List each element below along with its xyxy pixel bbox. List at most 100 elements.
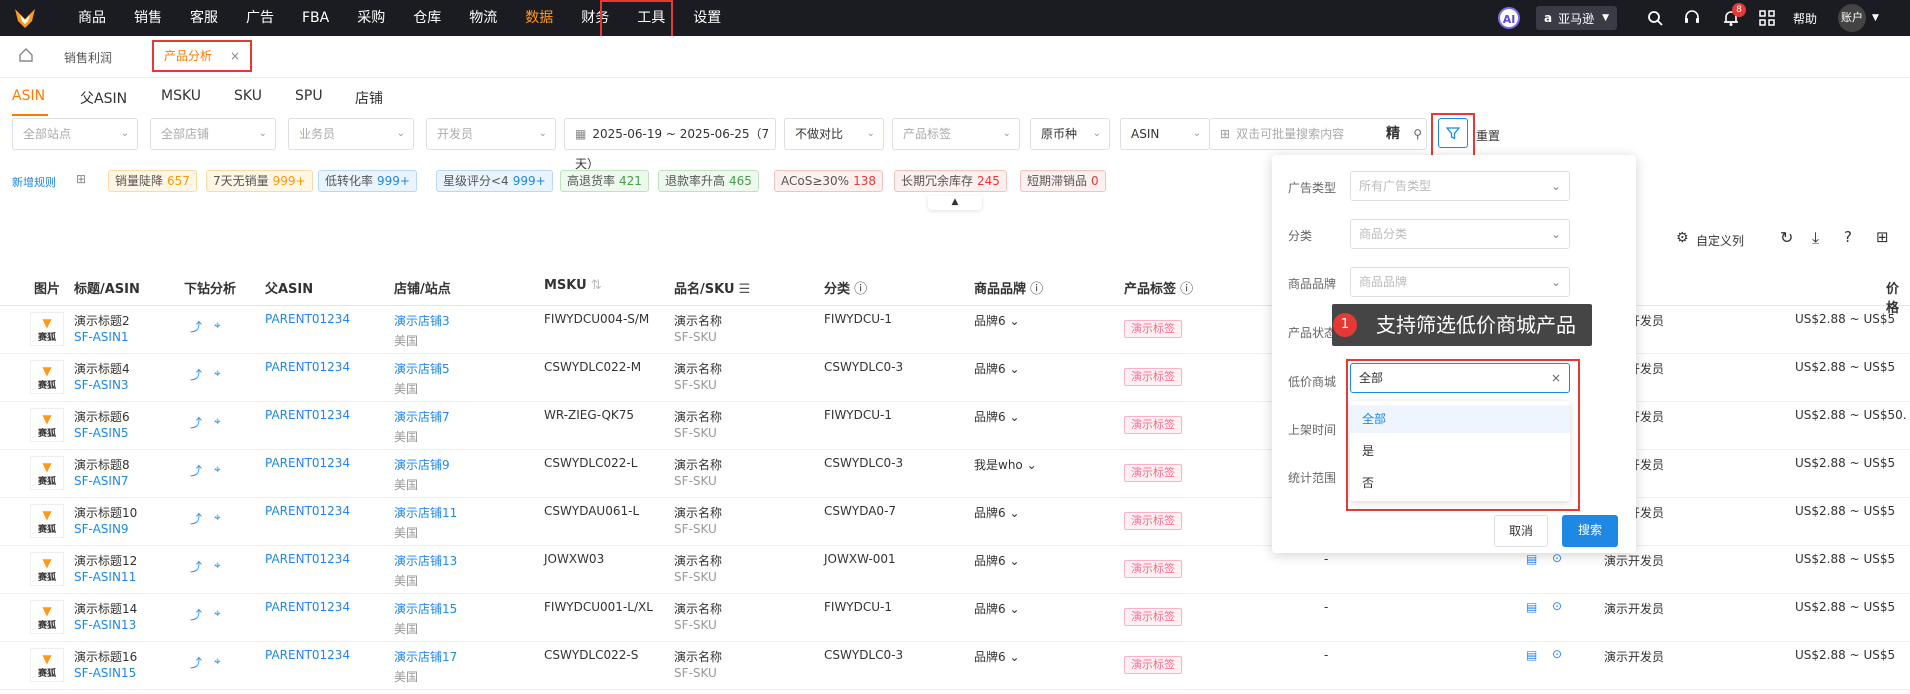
row-asin[interactable]: SF-ASIN11 — [74, 570, 136, 584]
row-parent-asin[interactable]: PARENT01234 — [265, 504, 350, 518]
row-parent-asin[interactable]: PARENT01234 — [265, 312, 350, 326]
trend-chart-icon[interactable]: ⤴ — [190, 510, 202, 527]
search-input[interactable]: ⊞ 双击可批量搜索内容 精 ⚲ — [1209, 118, 1427, 150]
row-parent-asin[interactable]: PARENT01234 — [265, 360, 350, 374]
row-brand[interactable]: 品牌6 ⌄ — [974, 504, 1020, 521]
more-options-icon[interactable]: ⊙ — [1552, 599, 1562, 613]
row-brand[interactable]: 我是who ⌄ — [974, 456, 1037, 473]
more-options-icon[interactable]: ⊙ — [1552, 551, 1562, 565]
drill-down-icon[interactable]: ⌖ — [214, 462, 221, 477]
settings-gear-icon[interactable]: ⚙ — [1676, 230, 1689, 246]
row-asin[interactable]: SF-ASIN5 — [74, 426, 129, 440]
store-select[interactable]: 全部店铺 ⌄ — [150, 118, 276, 150]
tab-asin[interactable]: ASIN — [12, 88, 45, 104]
row-title[interactable]: 演示标题10 — [74, 504, 137, 521]
row-product-tag[interactable]: 演示标签 — [1124, 416, 1182, 434]
document-icon[interactable]: ▤ — [1526, 648, 1537, 662]
sort-list-icon[interactable]: ☰ — [735, 282, 751, 297]
tab-sales-profit[interactable]: 销售利润 — [64, 49, 112, 66]
row-product-tag[interactable]: 演示标签 — [1124, 560, 1182, 578]
nav-item-3[interactable]: 广告 — [232, 0, 288, 36]
rule-chip[interactable]: 星级评分<4 999+ — [436, 170, 553, 192]
rule-settings-icon[interactable]: ⊞ — [76, 172, 86, 186]
nav-item-2[interactable]: 客服 — [176, 0, 232, 36]
document-icon[interactable]: ▤ — [1526, 552, 1537, 566]
row-store[interactable]: 演示店铺17 — [394, 648, 457, 665]
nav-item-6[interactable]: 仓库 — [399, 0, 455, 36]
help-circle-icon[interactable]: ⓘ — [1026, 282, 1043, 297]
lowprice-select[interactable]: 全部 × — [1350, 363, 1570, 393]
row-title[interactable]: 演示标题4 — [74, 360, 130, 377]
row-parent-asin[interactable]: PARENT01234 — [265, 456, 350, 470]
table-row[interactable]: ▼ 赛狐 演示标题12 SF-ASIN11 ⤴ ⌖ PARENT01234 演示店铺13 美国 J… — [0, 546, 1910, 594]
rule-chip[interactable]: 低转化率 999+ — [318, 170, 417, 192]
clear-icon[interactable]: × — [1551, 364, 1561, 392]
product-thumbnail[interactable]: ▼ 赛狐 — [30, 552, 64, 586]
row-store[interactable]: 演示店铺15 — [394, 600, 457, 617]
row-brand[interactable]: 品牌6 ⌄ — [974, 552, 1020, 569]
row-brand[interactable]: 品牌6 ⌄ — [974, 600, 1020, 617]
cancel-button[interactable]: 取消 — [1494, 515, 1548, 547]
row-parent-asin[interactable]: PARENT01234 — [265, 408, 350, 422]
option-yes[interactable]: 是 — [1350, 437, 1570, 465]
document-icon[interactable]: ▤ — [1526, 600, 1537, 614]
row-parent-asin[interactable]: PARENT01234 — [265, 648, 350, 662]
drill-down-icon[interactable]: ⌖ — [214, 654, 221, 669]
product-thumbnail[interactable]: ▼ 赛狐 — [30, 648, 64, 682]
compare-select[interactable]: 不做对比 ⌄ — [784, 118, 884, 150]
search-icon[interactable]: ⚲ — [1413, 119, 1422, 149]
row-asin[interactable]: SF-ASIN15 — [74, 666, 136, 680]
help-circle-icon[interactable]: ? — [1844, 228, 1852, 246]
nav-item-9[interactable]: 财务 — [567, 0, 623, 36]
row-asin[interactable]: SF-ASIN9 — [74, 522, 129, 536]
trend-chart-icon[interactable]: ⤴ — [190, 606, 202, 623]
trend-chart-icon[interactable]: ⤴ — [190, 462, 202, 479]
row-brand[interactable]: 品牌6 ⌄ — [974, 648, 1020, 665]
product-thumbnail[interactable]: ▼ 赛狐 — [30, 600, 64, 634]
tab-sku[interactable]: SKU — [234, 88, 262, 104]
trend-chart-icon[interactable]: ⤴ — [190, 654, 202, 671]
fox-logo-icon[interactable] — [14, 7, 36, 29]
nav-item-4[interactable]: FBA — [288, 0, 343, 36]
trend-chart-icon[interactable]: ⤴ — [190, 558, 202, 575]
row-store[interactable]: 演示店铺9 — [394, 456, 450, 473]
row-asin[interactable]: SF-ASIN3 — [74, 378, 129, 392]
row-product-tag[interactable]: 演示标签 — [1124, 608, 1182, 626]
precise-toggle[interactable]: 精 — [1386, 119, 1400, 149]
row-product-tag[interactable]: 演示标签 — [1124, 368, 1182, 386]
currency-select[interactable]: 原币种 ⌄ — [1030, 118, 1110, 150]
rule-chip[interactable]: 短期滞销品 0 — [1020, 170, 1106, 192]
help-circle-icon[interactable]: ⓘ — [850, 282, 867, 297]
nav-item-7[interactable]: 物流 — [455, 0, 511, 36]
tab-store[interactable]: 店铺 — [355, 88, 383, 108]
custom-columns-button[interactable]: 自定义列 — [1696, 232, 1744, 249]
platform-selector[interactable]: a 亚马逊 ▼ — [1536, 0, 1618, 36]
account-menu[interactable]: 账户 ▼ — [1838, 0, 1879, 36]
product-thumbnail[interactable]: ▼ 赛狐 — [30, 360, 64, 394]
rule-chip[interactable]: 销量陡降 657 — [108, 170, 197, 192]
developer-select[interactable]: 开发员 ⌄ — [426, 118, 556, 150]
headset-icon[interactable] — [1683, 0, 1701, 36]
row-parent-asin[interactable]: PARENT01234 — [265, 600, 350, 614]
drill-down-icon[interactable]: ⌖ — [214, 510, 221, 525]
row-store[interactable]: 演示店铺7 — [394, 408, 450, 425]
nav-item-5[interactable]: 采购 — [343, 0, 399, 36]
option-all[interactable]: 全部 — [1350, 405, 1570, 433]
nav-item-11[interactable]: 设置 — [679, 0, 735, 36]
row-title[interactable]: 演示标题6 — [74, 408, 130, 425]
product-thumbnail[interactable]: ▼ 赛狐 — [30, 456, 64, 490]
ai-badge[interactable]: AI — [1498, 0, 1520, 36]
row-product-tag[interactable]: 演示标签 — [1124, 464, 1182, 482]
row-product-tag[interactable]: 演示标签 — [1124, 512, 1182, 530]
download-icon[interactable]: ⤓ — [1812, 228, 1819, 248]
new-rule-link[interactable]: 新增规则 — [12, 174, 56, 190]
drill-down-icon[interactable]: ⌖ — [214, 366, 221, 381]
help-circle-icon[interactable]: ⓘ — [1176, 282, 1193, 297]
nav-item-10[interactable]: 工具 — [623, 0, 679, 36]
category-select[interactable]: 商品分类 ⌄ — [1350, 219, 1570, 249]
nav-item-0[interactable]: 商品 — [64, 0, 120, 36]
rule-chip[interactable]: ACoS≥30% 138 — [774, 170, 883, 192]
tab-product-analysis[interactable]: 产品分析 × — [152, 40, 252, 72]
collapse-arrow-icon[interactable]: ▲ — [928, 196, 982, 210]
bell-icon[interactable]: 8 — [1722, 0, 1746, 36]
